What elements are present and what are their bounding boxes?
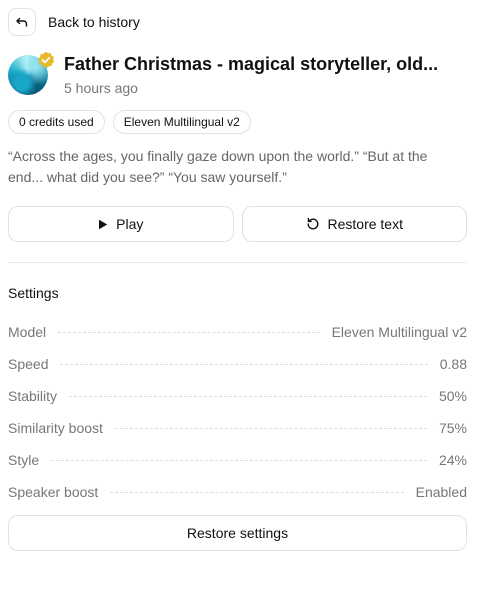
setting-label: Speaker boost [8,484,99,500]
play-button[interactable]: Play [8,206,234,242]
restore-settings-button[interactable]: Restore settings [8,515,467,551]
setting-value: 0.88 [439,356,467,372]
setting-label: Stability [8,388,58,404]
voice-title: Father Christmas - magical storyteller, … [64,54,439,74]
rotate-ccw-icon [307,217,318,230]
setting-value: 24% [438,452,467,468]
setting-label: Model [8,324,47,340]
chip-row: 0 credits used Eleven Multilingual v2 [8,110,251,134]
model-chip: Eleven Multilingual v2 [112,110,251,134]
setting-row-style: Style 24% [8,444,467,476]
dotted-leader [69,395,427,397]
setting-row-stability: Stability 50% [8,380,467,412]
restore-text-button[interactable]: Restore text [241,206,467,242]
voice-header: Father Christmas - magical storyteller, … [8,51,467,98]
setting-row-speed: Speed 0.88 [8,348,467,380]
setting-label: Similarity boost [8,420,103,436]
back-label[interactable]: Back to history [48,14,140,30]
back-to-history-link[interactable]: Back to history [8,8,140,36]
verified-badge-icon [38,51,55,68]
dotted-leader [110,491,404,493]
setting-value: 75% [438,420,467,436]
voice-avatar-wrap [8,51,55,97]
history-detail-panel: Back to history Father Christmas - magic… [0,0,484,589]
dotted-leader [51,459,427,461]
section-divider [8,262,467,263]
play-label: Play [116,216,144,232]
restore-text-label: Restore text [327,216,403,232]
setting-value: 50% [438,388,467,404]
dotted-leader [58,331,320,333]
credits-chip: 0 credits used [8,110,105,134]
setting-value: Enabled [415,484,467,500]
dotted-leader [60,363,428,365]
setting-label: Speed [8,356,49,372]
settings-list: Model Eleven Multilingual v2 Speed 0.88 … [8,316,467,508]
setting-value: Eleven Multilingual v2 [331,324,467,340]
generated-text: “Across the ages, you finally gaze down … [8,148,428,185]
timestamp: 5 hours ago [64,80,138,96]
setting-label: Style [8,452,40,468]
setting-row-model: Model Eleven Multilingual v2 [8,316,467,348]
back-button[interactable] [8,8,36,36]
action-buttons: Play Restore text [8,206,467,242]
return-arrow-icon [16,17,28,27]
setting-row-speaker-boost: Speaker boost Enabled [8,476,467,508]
setting-row-similarity-boost: Similarity boost 75% [8,412,467,444]
dotted-leader [114,427,427,429]
settings-heading: Settings [8,285,59,301]
play-icon [99,219,108,229]
title-block: Father Christmas - magical storyteller, … [64,52,438,98]
